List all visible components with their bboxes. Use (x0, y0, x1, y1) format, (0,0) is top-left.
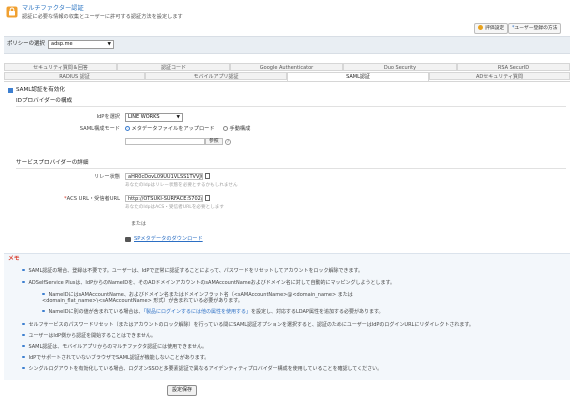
relay-state-field[interactable]: aHR0cDovL09UU1VLSS1TVVJGQ (125, 173, 203, 180)
bullet-icon (22, 333, 25, 336)
memo-inline-link[interactable]: 「製品にログインするには他の属性を使用する」 (143, 309, 251, 315)
radio-selected (125, 126, 130, 131)
acs-url-field[interactable]: http://OTSUKI-SURFACE:5702/s (125, 195, 203, 202)
saml-mode-manual-option[interactable]: 手動構成 (223, 126, 250, 133)
policy-select-value: adsp.me (51, 41, 73, 47)
sp-section-title: サービスプロバイダーの詳細 (16, 160, 89, 166)
bullet-icon (42, 292, 45, 295)
bullet-icon (22, 280, 25, 283)
chevron-down-icon: ▼ (176, 115, 180, 120)
tab-google-authenticator[interactable]: Google Authenticator (230, 63, 343, 71)
evaluation-settings-button[interactable]: 評価設定 (474, 23, 509, 34)
tab-ad-security-questions[interactable]: ADセキュリティ質問 (429, 72, 570, 80)
metadata-file-input[interactable] (125, 138, 205, 145)
download-icon (125, 237, 131, 242)
saml-mode-label: SAML構成モード (79, 126, 120, 132)
page-title: マルチファクター認証 (22, 5, 84, 12)
tab-mobile-app[interactable]: モバイルアプリ認証 (145, 72, 287, 80)
copy-icon[interactable] (205, 173, 210, 179)
settings-icon (478, 24, 483, 30)
tab-divider (4, 81, 570, 82)
bullet-icon (42, 309, 45, 312)
tab-rsa-securid[interactable]: RSA SecurID (457, 63, 570, 71)
acs-url-label: *ACS URL・受信者URL (64, 196, 120, 202)
policy-label: ポリシーの選択 (7, 41, 45, 47)
browse-button[interactable]: 参照 (205, 138, 223, 145)
bullet-icon (22, 344, 25, 347)
user-registration-method-button[interactable]: *ユーザー登録の方法 (508, 23, 562, 34)
idp-select-value: LINE WORKS (128, 114, 160, 120)
section-divider (16, 106, 566, 107)
bullet-icon (22, 322, 25, 325)
memo-subitem: NameIDにはsAMAccountName、およびドメイン名またはドメインフラ… (42, 292, 353, 305)
bullet-icon (22, 268, 25, 271)
memo-item: セルフサービスのパスワードリセット（またはアカウントのロック解除）を行っている間… (22, 322, 474, 328)
or-label: または (131, 221, 147, 227)
bullet-icon (22, 366, 25, 369)
tab-radius[interactable]: RADIUS 認証 (4, 72, 145, 80)
tab-verification-code[interactable]: 認証コード (117, 63, 230, 71)
memo-item: シングルログアウトを有効化している場合、ログオンSSOと多要素認証で異なるアイデ… (22, 366, 382, 372)
acs-url-hint: あなたのIdpはACS・受信者URLを必要とします (125, 205, 224, 210)
bullet-icon (22, 355, 25, 358)
memo-item: SAML認証は、モバイルアプリからのマルチファクタ認証には使用できません。 (22, 344, 207, 350)
copy-icon[interactable] (205, 195, 210, 201)
save-settings-button[interactable]: 設定保存 (167, 385, 198, 396)
section-divider (16, 168, 566, 169)
help-icon[interactable]: ? (225, 139, 231, 145)
memo-subitem: NameIDに別の値が含まれている場合は、「製品にログインするには他の属性を使用… (42, 309, 562, 315)
chevron-down-icon: ▼ (107, 42, 111, 47)
policy-select[interactable]: adsp.me ▼ (48, 40, 114, 49)
idp-select[interactable]: LINE WORKS ▼ (125, 113, 183, 122)
memo-item: ユーザーはIdP側から認証を開始することはできません。 (22, 333, 156, 339)
tab-duo-security[interactable]: Duo Security (343, 63, 457, 71)
memo-title: メモ (8, 256, 20, 262)
memo-item: ADSelfService Plusは、IdPからのNameIDを、そのADドメ… (22, 280, 395, 286)
app-logo (6, 6, 18, 18)
memo-item: IdPでサポートされていないブラウザでSAML認証が機能しないことがあります。 (22, 355, 209, 361)
tab-security-qa[interactable]: セキュリティ質問＆回答 (4, 63, 117, 71)
radio-unselected (223, 126, 228, 131)
memo-item: SAML認証の場合、登録は不要です。ユーザーは、IdPで正常に認証することによっ… (22, 268, 363, 274)
idp-select-label: IdPを選択 (96, 114, 120, 120)
idp-section-title: IDプロバイダーの構成 (16, 98, 73, 104)
relay-state-hint: あなたのIdpはリレー状態を必要とするかもしれません (125, 183, 238, 188)
saml-enable-checkbox[interactable] (8, 88, 13, 93)
saml-mode-upload-option[interactable]: メタデータファイルをアップロード (125, 126, 215, 133)
relay-state-label: リレー状態 (94, 174, 120, 180)
page-subtitle: 認証に必要な情報の収集とユーザーに許可する認証方法を設定します (22, 14, 183, 20)
saml-enable-label: SAML認証を有効化 (16, 87, 65, 93)
sp-metadata-download-link[interactable]: SPメタデータのダウンロード (134, 236, 203, 243)
